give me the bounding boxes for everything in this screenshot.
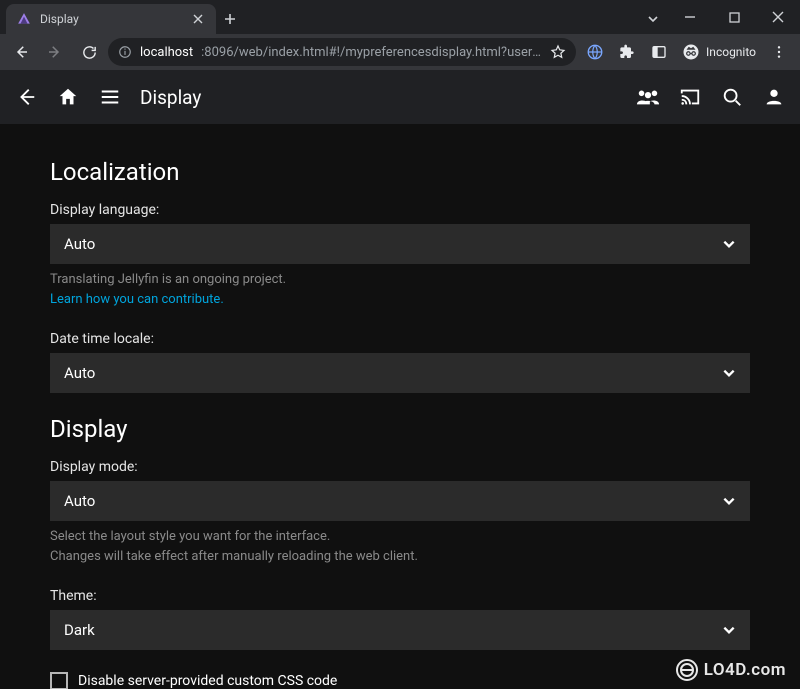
new-tab-button[interactable] [216, 4, 244, 34]
incognito-icon [682, 43, 700, 61]
display-mode-field: Display mode: Auto Select the layout sty… [50, 459, 750, 566]
display-language-label: Display language: [50, 202, 750, 218]
page-title: Display [140, 86, 201, 109]
back-button[interactable] [6, 37, 36, 67]
window-controls [668, 0, 800, 34]
display-language-field: Display language: Auto Translating Jelly… [50, 202, 750, 309]
theme-select[interactable]: Dark [50, 610, 750, 650]
display-mode-helper: Select the layout style you want for the… [50, 527, 750, 566]
url-path: :8096/web/index.html#!/mypreferencesdisp… [201, 45, 542, 60]
locale-label: Date time locale: [50, 331, 750, 347]
extensions-icon[interactable] [612, 37, 642, 67]
sync-play-button[interactable] [636, 85, 660, 109]
checkbox-unchecked-icon[interactable] [50, 672, 68, 689]
theme-field: Theme: Dark [50, 588, 750, 650]
tab-title: Display [40, 12, 182, 26]
display-language-select[interactable]: Auto [50, 224, 750, 264]
theme-value: Dark [64, 621, 95, 639]
settings-content: Localization Display language: Auto Tran… [0, 124, 800, 689]
close-tab-button[interactable] [190, 11, 206, 27]
address-bar[interactable]: localhost :8096/web/index.html#!/myprefer… [108, 38, 576, 66]
browser-globe-icon[interactable] [580, 37, 610, 67]
cast-button[interactable] [678, 85, 702, 109]
search-button[interactable] [720, 85, 744, 109]
browser-tab[interactable]: Display [6, 4, 216, 34]
display-mode-label: Display mode: [50, 459, 750, 475]
disable-css-label: Disable server-provided custom CSS code [78, 673, 337, 689]
watermark: LO4D.com [676, 659, 786, 681]
maximize-button[interactable] [712, 0, 756, 34]
app-back-button[interactable] [14, 85, 38, 109]
locale-select[interactable]: Auto [50, 353, 750, 393]
chevron-down-icon [722, 494, 736, 508]
localization-heading: Localization [50, 158, 750, 186]
window-titlebar: Display [0, 0, 800, 34]
theme-label: Theme: [50, 588, 750, 604]
bookmark-icon[interactable] [550, 44, 566, 60]
app-header: Display [0, 70, 800, 124]
contribute-link[interactable]: Learn how you can contribute. [50, 292, 224, 307]
browser-toolbar: localhost :8096/web/index.html#!/myprefer… [0, 34, 800, 70]
globe-icon [676, 659, 698, 681]
minimize-button[interactable] [668, 0, 712, 34]
jellyfin-favicon [16, 11, 32, 27]
chevron-down-icon [722, 623, 736, 637]
display-language-value: Auto [64, 235, 95, 253]
incognito-indicator[interactable]: Incognito [676, 43, 762, 61]
close-window-button[interactable] [756, 0, 800, 34]
reload-button[interactable] [74, 37, 104, 67]
incognito-label: Incognito [706, 45, 756, 59]
browser-menu-button[interactable] [764, 37, 794, 67]
home-button[interactable] [56, 85, 80, 109]
disable-css-checkbox-row[interactable]: Disable server-provided custom CSS code [50, 672, 750, 689]
display-mode-value: Auto [64, 492, 95, 510]
locale-value: Auto [64, 364, 95, 382]
display-heading: Display [50, 415, 750, 443]
chevron-down-icon [722, 366, 736, 380]
display-mode-select[interactable]: Auto [50, 481, 750, 521]
tab-search-button[interactable] [638, 4, 668, 34]
forward-button[interactable] [40, 37, 70, 67]
user-menu-button[interactable] [762, 85, 786, 109]
site-info-icon[interactable] [118, 45, 132, 59]
hamburger-menu-button[interactable] [98, 85, 122, 109]
display-language-helper: Translating Jellyfin is an ongoing proje… [50, 270, 750, 309]
locale-field: Date time locale: Auto [50, 331, 750, 393]
chevron-down-icon [722, 237, 736, 251]
panel-toggle-icon[interactable] [644, 37, 674, 67]
url-host: localhost [140, 45, 193, 60]
